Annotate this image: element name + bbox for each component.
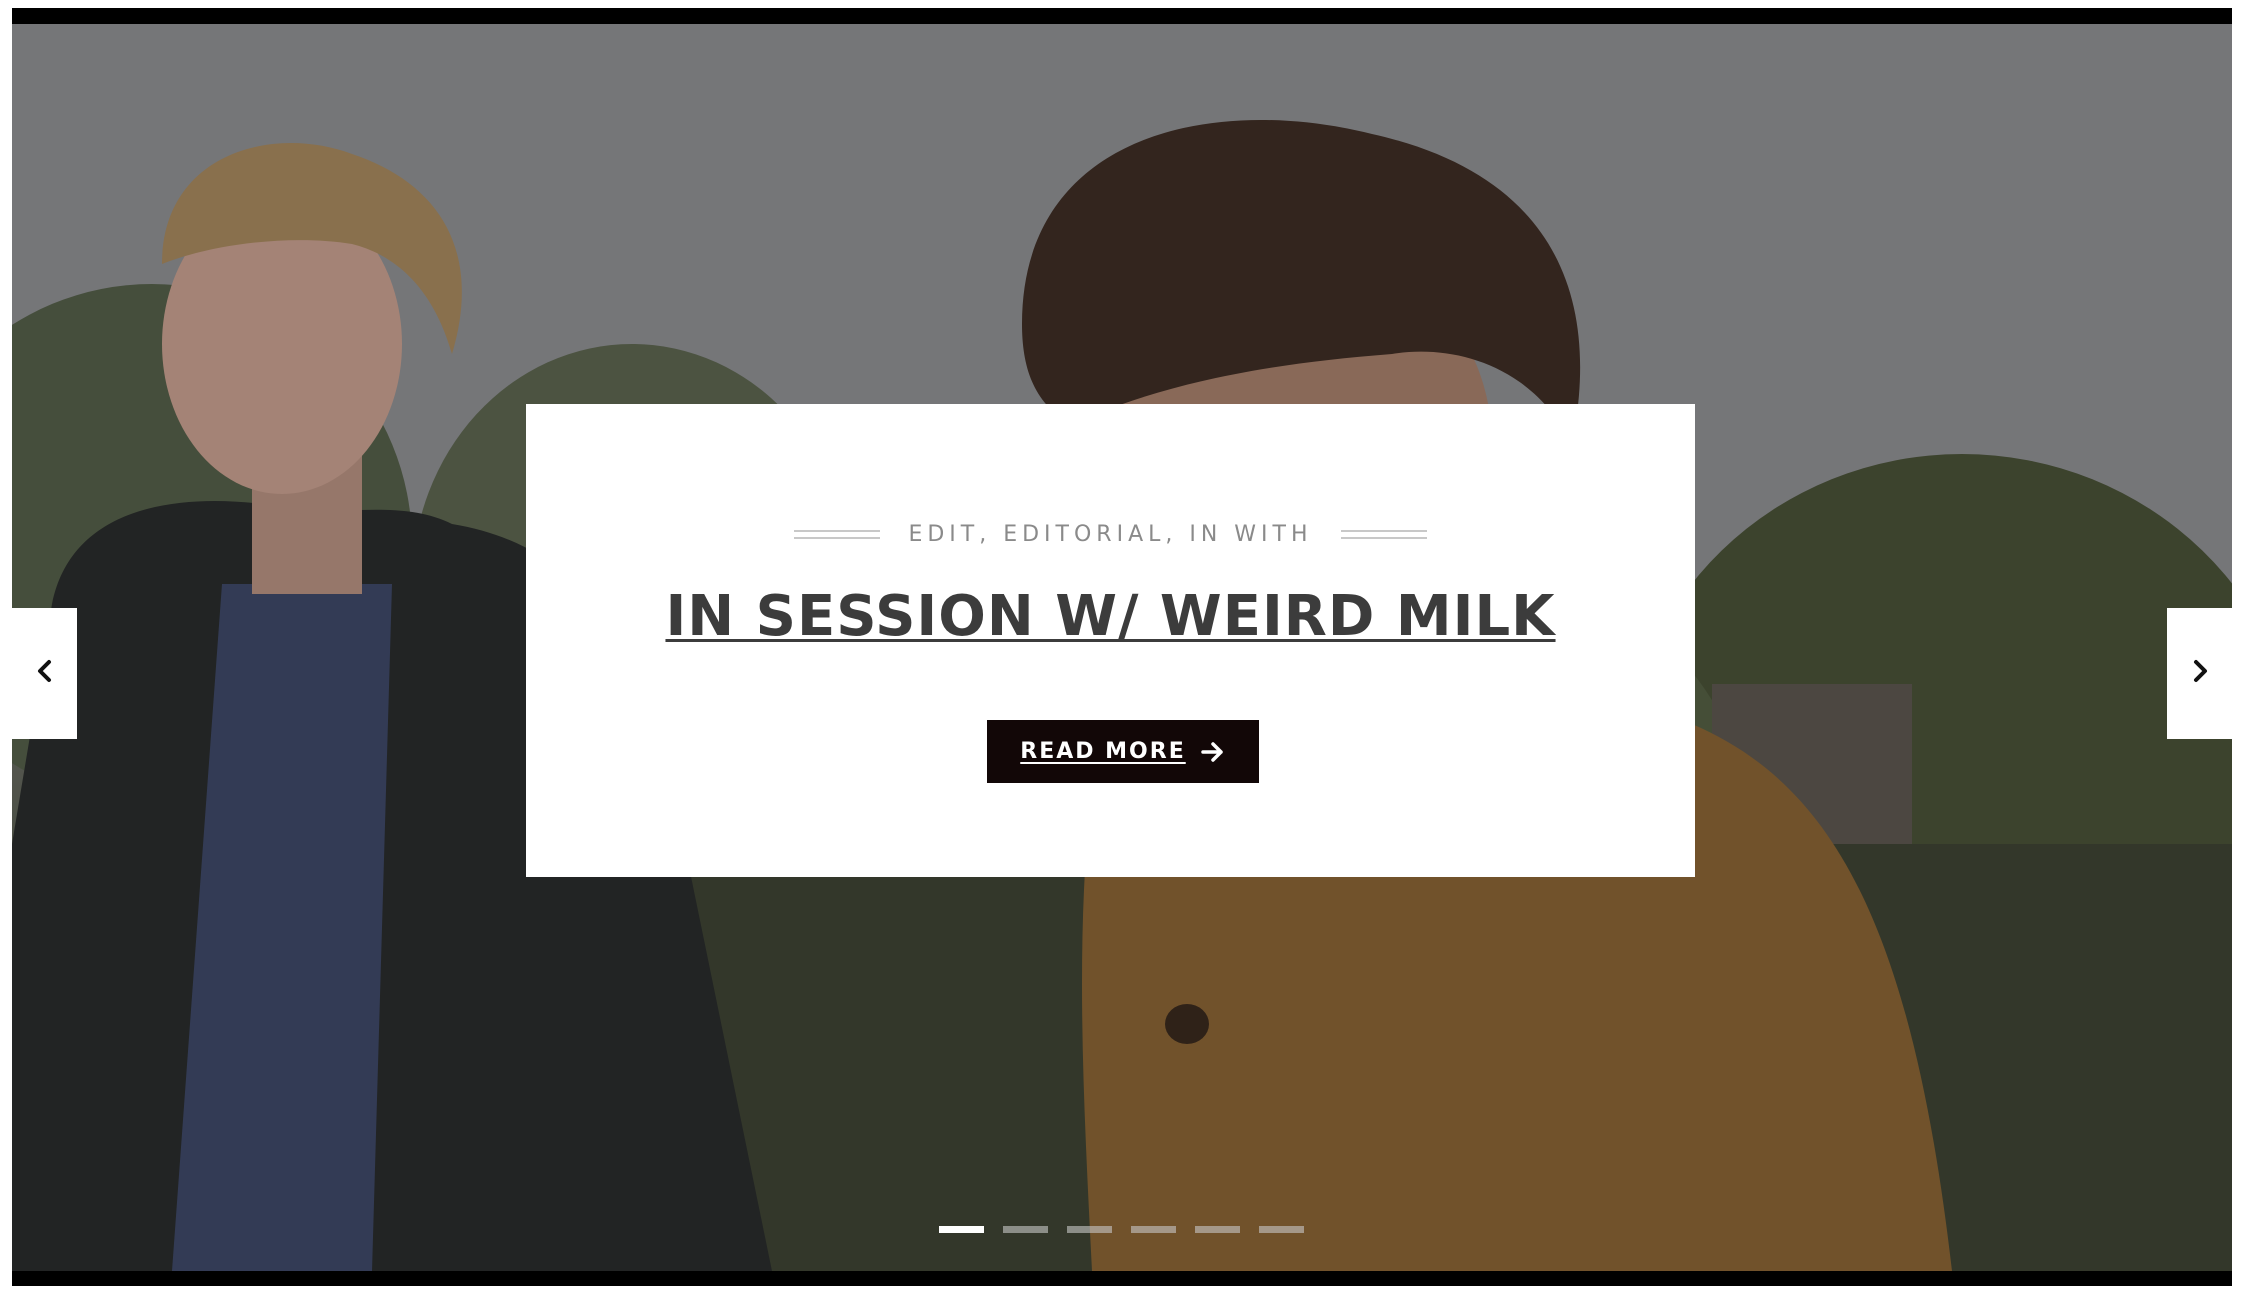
divider-right [1340, 529, 1427, 539]
chevron-right-icon [2190, 658, 2210, 689]
next-slide-button[interactable] [2167, 608, 2232, 739]
chevron-left-icon [35, 658, 55, 689]
slide-dot-4[interactable] [1131, 1226, 1176, 1233]
category-links[interactable]: EDIT, EDITORIAL, IN WITH [908, 522, 1312, 547]
previous-slide-button[interactable] [12, 608, 77, 739]
slide-dot-6[interactable] [1259, 1226, 1304, 1233]
slide-dot-3[interactable] [1067, 1226, 1112, 1233]
slide-title-link[interactable]: IN SESSION W/ WEIRD MILK [526, 584, 1695, 649]
post-categories: EDIT, EDITORIAL, IN WITH [526, 519, 1695, 549]
slide-caption-card: EDIT, EDITORIAL, IN WITH IN SESSION W/ W… [526, 404, 1695, 877]
arrow-right-icon [1200, 739, 1226, 765]
slide-dot-5[interactable] [1195, 1226, 1240, 1233]
divider-left [794, 529, 881, 539]
read-more-button[interactable]: READ MORE [987, 720, 1259, 783]
slide-dot-2[interactable] [1003, 1226, 1048, 1233]
slide-dot-1[interactable] [939, 1226, 984, 1233]
slide-pagination [0, 1226, 2243, 1233]
read-more-label: READ MORE [1020, 739, 1186, 764]
